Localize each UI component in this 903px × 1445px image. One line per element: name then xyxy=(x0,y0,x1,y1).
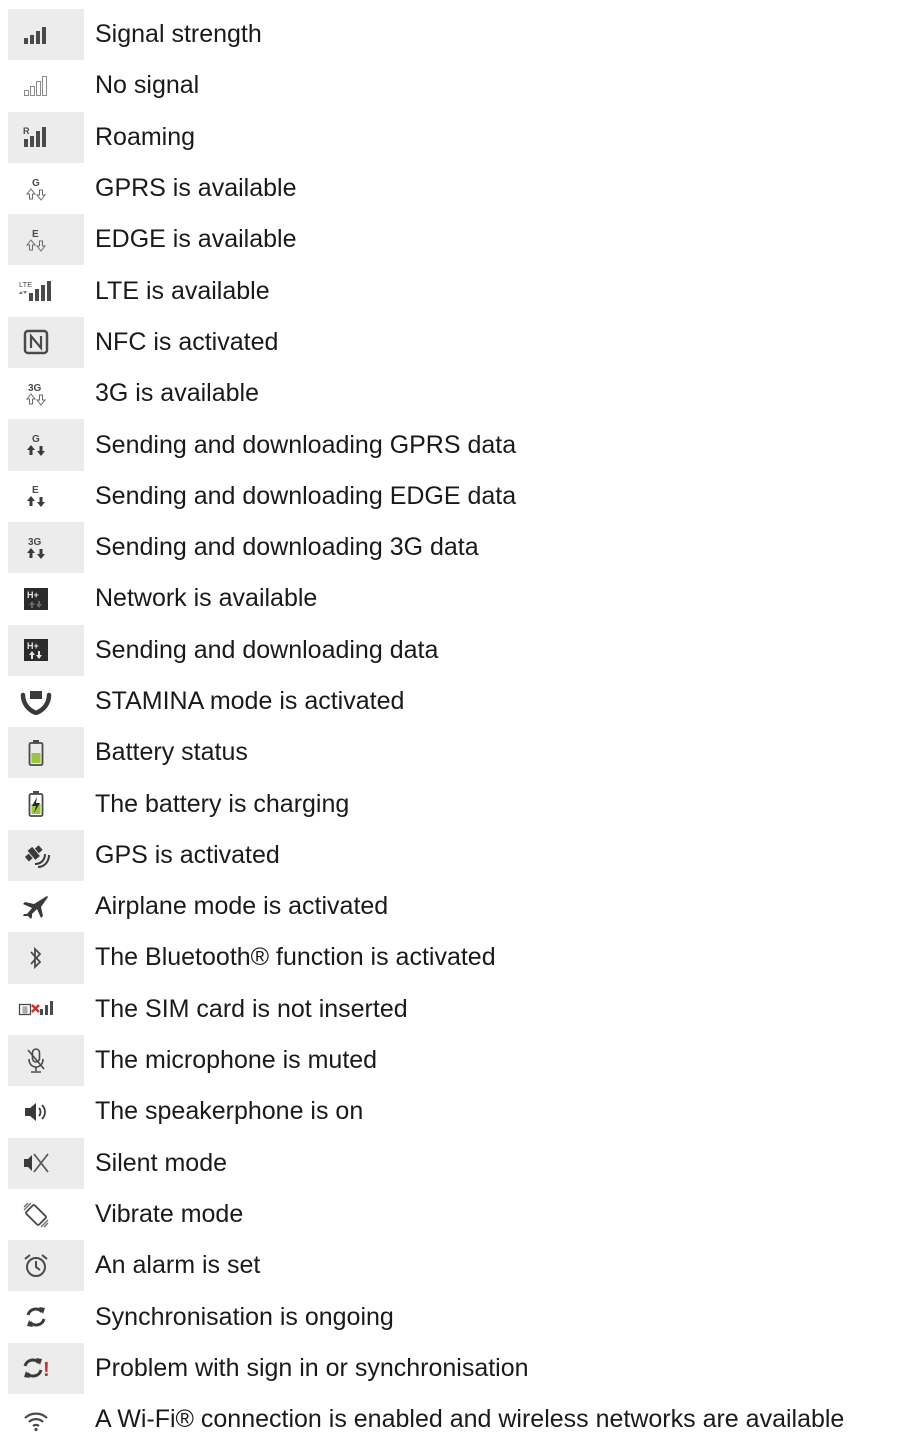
svg-text:H+: H+ xyxy=(27,641,39,651)
no-signal-icon xyxy=(18,72,54,100)
row-label: Sending and downloading EDGE data xyxy=(95,481,517,510)
battery-icon xyxy=(18,739,54,767)
list-item: An alarm is set xyxy=(8,1240,903,1292)
list-item: Vibrate mode xyxy=(8,1189,903,1240)
row-label: Vibrate mode xyxy=(95,1199,244,1228)
edge-icon: E xyxy=(18,226,54,254)
silent-mode-icon xyxy=(18,1149,54,1177)
list-item: Battery status xyxy=(8,727,903,779)
speakerphone-icon xyxy=(18,1098,54,1126)
row-label: Network is available xyxy=(95,584,318,613)
lte-icon: LTE xyxy=(18,277,54,305)
bluetooth-icon xyxy=(18,944,54,972)
list-item: Airplane mode is activated xyxy=(8,881,903,932)
row-label: A Wi-Fi® connection is enabled and wirel… xyxy=(95,1405,845,1434)
row-label: The microphone is muted xyxy=(95,1046,378,1075)
row-label: Battery status xyxy=(95,738,248,767)
list-item: H+ Network is available xyxy=(8,573,903,624)
alarm-icon xyxy=(18,1252,54,1280)
list-item: The battery is charging xyxy=(8,778,903,829)
row-label: Sending and downloading GPRS data xyxy=(95,430,517,459)
status-icon-list: Signal strength No signal R Roaming G GP… xyxy=(8,9,903,1445)
network-data-icon: H+ xyxy=(18,636,54,664)
list-item: GPS is activated xyxy=(8,829,903,882)
list-item: A Wi-Fi® connection is enabled and wirel… xyxy=(8,1394,903,1445)
list-item: G GPRS is available xyxy=(8,163,903,214)
gps-icon xyxy=(18,841,54,869)
svg-text:E: E xyxy=(32,229,39,240)
list-item: The microphone is muted xyxy=(8,1034,903,1087)
list-item: 3G Sending and downloading 3G data xyxy=(8,521,903,574)
row-label: Signal strength xyxy=(95,20,262,49)
stamina-icon xyxy=(18,688,54,716)
no-sim-icon xyxy=(18,995,54,1023)
3g-data-icon: 3G xyxy=(18,534,54,562)
3g-icon: 3G xyxy=(18,380,54,408)
row-label: The battery is charging xyxy=(95,789,350,818)
list-item: Signal strength xyxy=(8,9,903,61)
row-label: GPS is activated xyxy=(95,840,280,869)
list-item: G Sending and downloading GPRS data xyxy=(8,419,903,471)
row-label: LTE is available xyxy=(95,276,270,305)
svg-text:!: ! xyxy=(43,1359,50,1381)
list-item: H+ Sending and downloading data xyxy=(8,624,903,676)
row-label: Sending and downloading data xyxy=(95,635,439,664)
list-item: STAMINA mode is activated xyxy=(8,676,903,727)
row-label: The Bluetooth® function is activated xyxy=(95,943,496,972)
battery-charging-icon xyxy=(18,790,54,818)
row-label: 3G is available xyxy=(95,379,259,408)
row-label: No signal xyxy=(95,71,200,100)
list-item: ! Problem with sign in or synchronisatio… xyxy=(8,1342,903,1395)
svg-text:G: G xyxy=(32,178,40,189)
airplane-icon xyxy=(18,893,54,921)
list-item: The Bluetooth® function is activated xyxy=(8,932,903,984)
row-label: An alarm is set xyxy=(95,1251,261,1280)
list-item: LTE LTE is available xyxy=(8,265,903,316)
svg-text:E: E xyxy=(32,485,39,496)
list-item: Silent mode xyxy=(8,1137,903,1189)
list-item: The speakerphone is on xyxy=(8,1086,903,1137)
row-label: GPRS is available xyxy=(95,174,297,203)
row-label: Roaming xyxy=(95,122,196,151)
signal-strength-icon xyxy=(18,21,54,49)
row-label: The SIM card is not inserted xyxy=(95,994,408,1023)
row-label: NFC is activated xyxy=(95,327,279,356)
gprs-data-icon: G xyxy=(18,431,54,459)
row-label: STAMINA mode is activated xyxy=(95,687,405,715)
mic-muted-icon xyxy=(18,1047,54,1075)
list-item: R Roaming xyxy=(8,111,903,163)
list-item: 3G 3G is available xyxy=(8,368,903,419)
nfc-icon xyxy=(18,328,54,356)
list-item: E Sending and downloading EDGE data xyxy=(8,471,903,522)
sync-problem-icon: ! xyxy=(18,1354,54,1382)
gprs-icon: G xyxy=(18,175,54,203)
row-label: Silent mode xyxy=(95,1148,228,1177)
wifi-icon xyxy=(18,1406,54,1434)
svg-text:3G: 3G xyxy=(28,383,42,394)
row-label: EDGE is available xyxy=(95,225,297,254)
sync-icon xyxy=(18,1303,54,1331)
network-available-icon: H+ xyxy=(18,585,54,613)
list-item: E EDGE is available xyxy=(8,214,903,266)
list-item: Synchronisation is ongoing xyxy=(8,1291,903,1342)
roaming-icon: R xyxy=(18,123,54,151)
row-label: The speakerphone is on xyxy=(95,1097,364,1126)
svg-text:LTE: LTE xyxy=(19,280,32,289)
svg-text:3G: 3G xyxy=(28,537,42,548)
row-label: Airplane mode is activated xyxy=(95,892,389,921)
row-label: Sending and downloading 3G data xyxy=(95,533,479,562)
svg-text:G: G xyxy=(32,434,40,445)
svg-text:H+: H+ xyxy=(27,590,39,600)
list-item: The SIM card is not inserted xyxy=(8,984,903,1035)
list-item: NFC is activated xyxy=(8,316,903,369)
list-item: No signal xyxy=(8,60,903,111)
vibrate-icon xyxy=(18,1200,54,1228)
row-label: Problem with sign in or synchronisation xyxy=(95,1353,529,1382)
edge-data-icon: E xyxy=(18,482,54,510)
row-label: Synchronisation is ongoing xyxy=(95,1302,394,1331)
svg-text:R: R xyxy=(23,126,30,136)
